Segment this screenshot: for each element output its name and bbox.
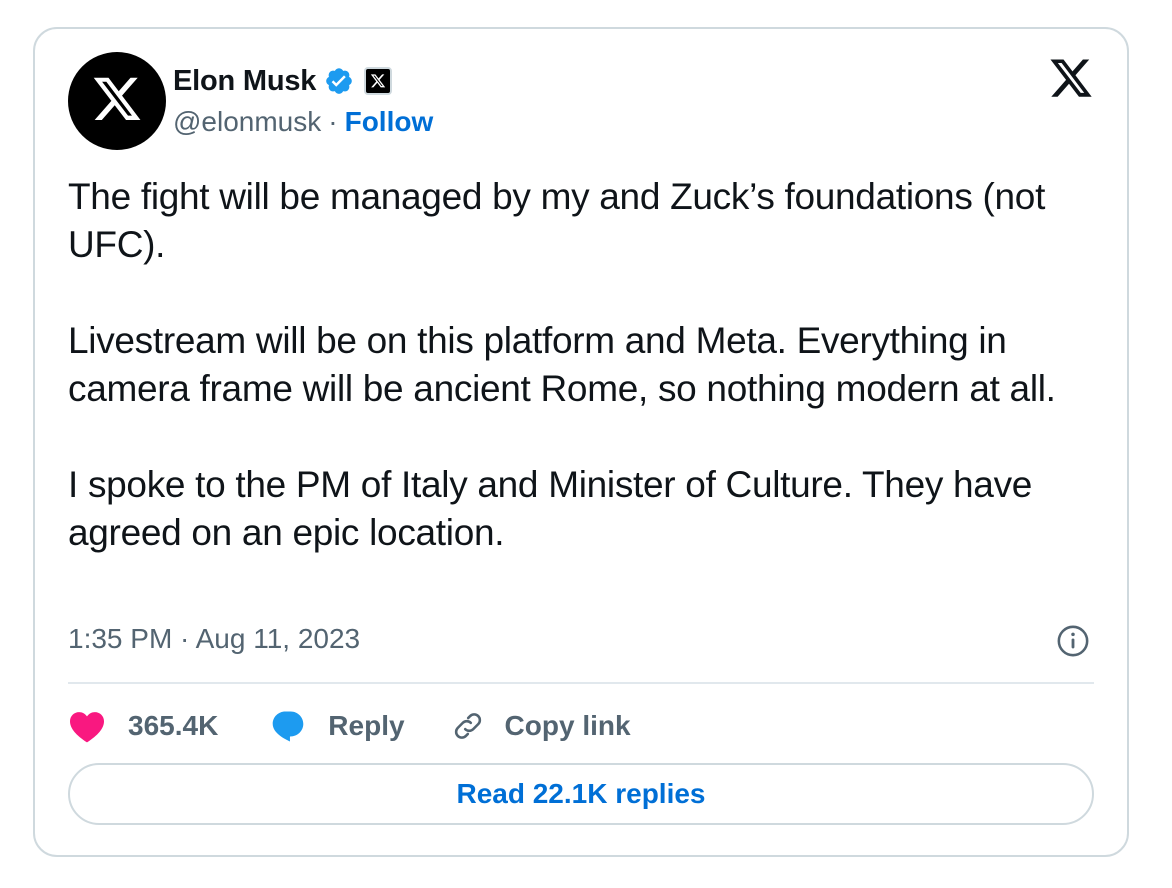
x-logo-icon xyxy=(93,77,141,120)
heart-icon xyxy=(70,712,104,743)
tweet-paragraph: I spoke to the PM of Italy and Minister … xyxy=(68,464,1033,553)
author-handle[interactable]: @elonmusk xyxy=(173,106,321,138)
like-button[interactable]: 365.4K xyxy=(68,709,218,743)
separator-dot: · xyxy=(328,106,338,137)
avatar[interactable] xyxy=(68,52,166,150)
tweet-text: The fight will be managed by my and Zuck… xyxy=(68,173,1108,557)
affiliation-badge-icon[interactable] xyxy=(364,67,393,95)
x-logo-icon[interactable] xyxy=(1048,59,1094,101)
speech-bubble-icon xyxy=(272,711,304,742)
reply-label: Reply xyxy=(328,710,405,741)
verified-badge-icon xyxy=(324,66,354,96)
tweet-paragraph: Livestream will be on this platform and … xyxy=(68,320,1056,409)
reply-button[interactable]: Reply xyxy=(270,708,405,744)
copy-link-button[interactable]: Copy link xyxy=(451,709,631,743)
author-line: Elon Musk xyxy=(173,61,393,101)
tweet-card: Elon Musk @elonmusk · Follow The fight w… xyxy=(33,27,1129,857)
follow-button[interactable]: Follow xyxy=(345,106,434,138)
handle-row: @elonmusk · Follow xyxy=(173,106,433,138)
read-replies-button[interactable]: Read 22.1K replies xyxy=(68,763,1094,825)
divider xyxy=(68,682,1094,684)
tweet-timestamp[interactable]: 1:35 PM · Aug 11, 2023 xyxy=(68,623,360,655)
like-count: 365.4K xyxy=(128,710,219,741)
copy-link-label: Copy link xyxy=(504,710,631,741)
info-icon[interactable] xyxy=(1056,624,1090,658)
tweet-paragraph: The fight will be managed by my and Zuck… xyxy=(68,176,1046,265)
link-icon xyxy=(454,713,481,739)
author-name[interactable]: Elon Musk xyxy=(173,65,316,98)
action-bar: 365.4K Reply Copy link xyxy=(68,701,631,751)
